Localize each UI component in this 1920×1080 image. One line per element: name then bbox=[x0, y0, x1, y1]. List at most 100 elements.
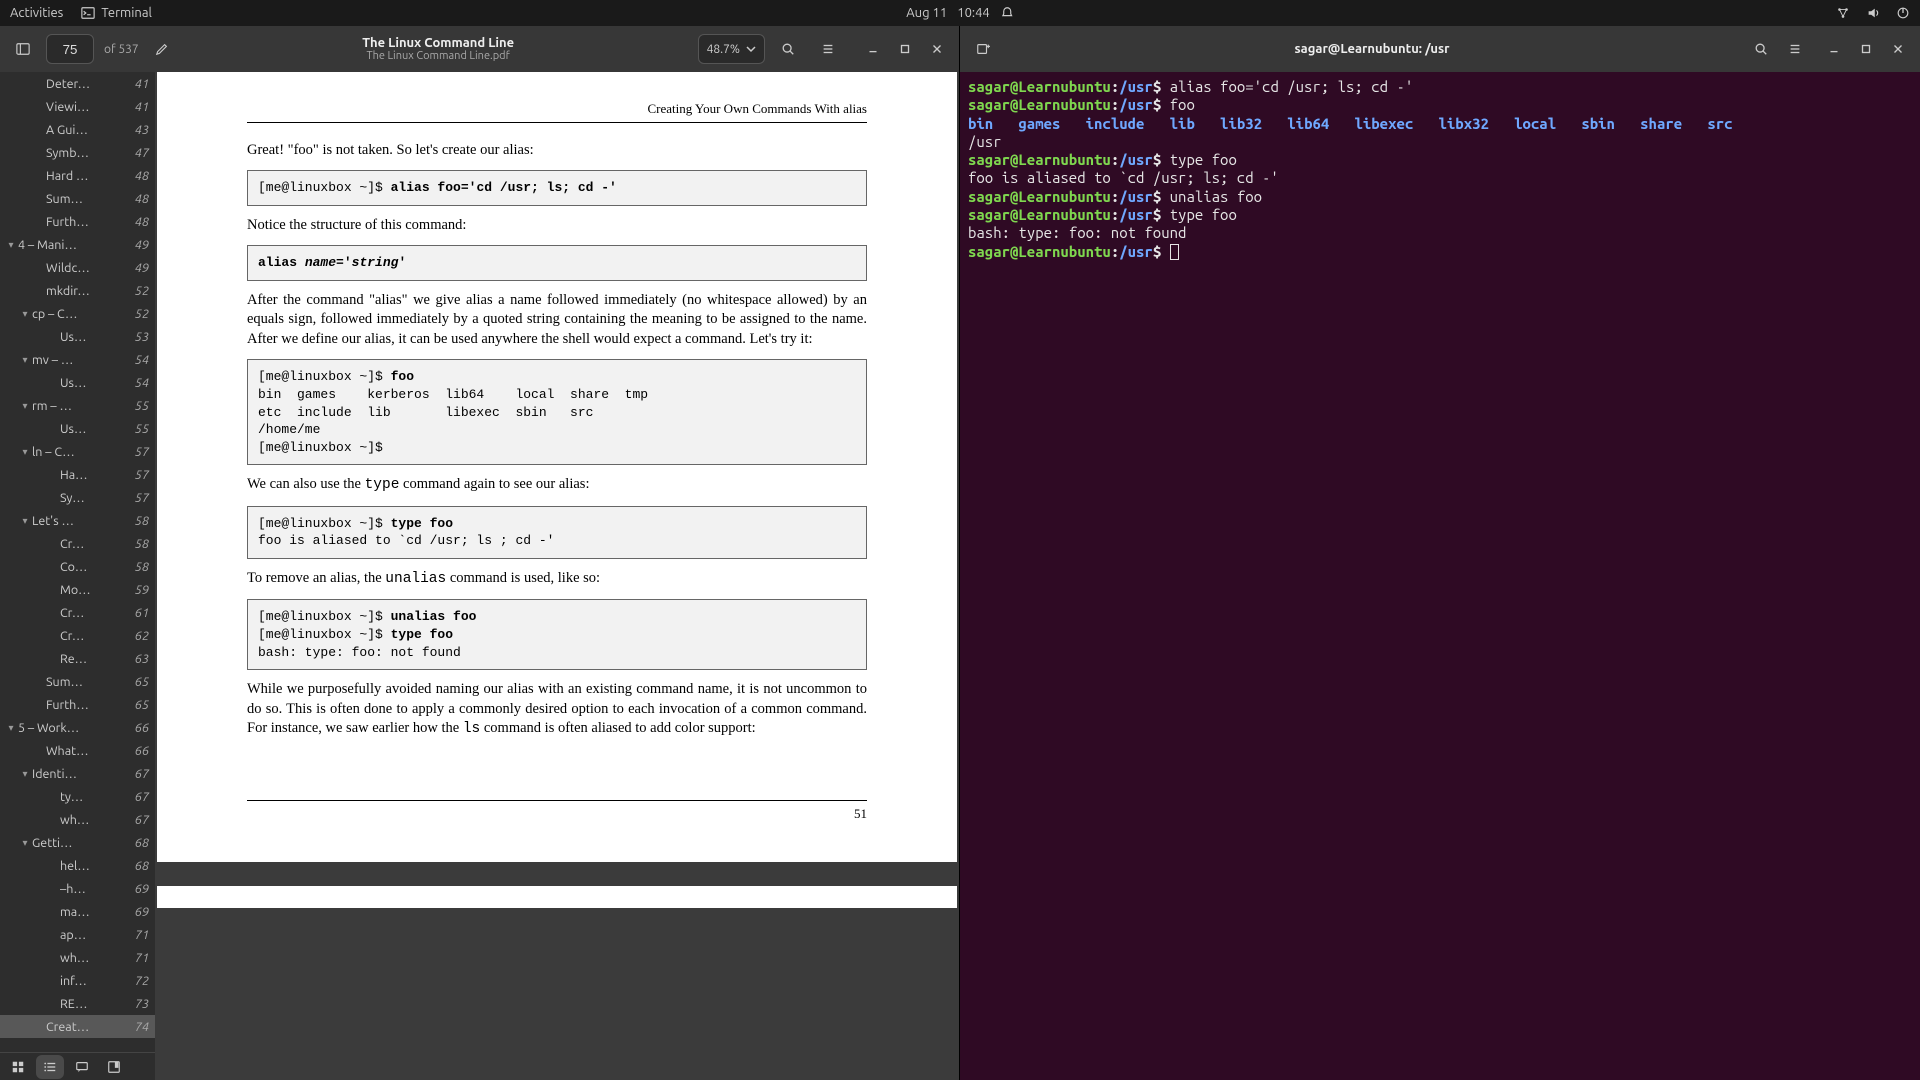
search-button[interactable] bbox=[771, 32, 805, 66]
outline-page-number: 58 bbox=[135, 537, 149, 551]
outline-item[interactable]: Furth…48 bbox=[0, 210, 155, 233]
outline-item[interactable]: mkdir…52 bbox=[0, 279, 155, 302]
annotations-view-button[interactable] bbox=[68, 1055, 96, 1079]
outline-item[interactable]: Cr…58 bbox=[0, 532, 155, 555]
edit-annotate-button[interactable] bbox=[145, 32, 179, 66]
page-number: 51 bbox=[247, 805, 867, 823]
outline-item[interactable]: ▾cp – C…52 bbox=[0, 302, 155, 325]
outline-item[interactable]: Furth…65 bbox=[0, 693, 155, 716]
page-number-input[interactable] bbox=[46, 34, 94, 64]
outline-item[interactable]: ▾Identi…67 bbox=[0, 762, 155, 785]
close-button[interactable] bbox=[1882, 33, 1914, 65]
outline-item[interactable]: Viewi…41 bbox=[0, 95, 155, 118]
outline-item[interactable]: Re…63 bbox=[0, 647, 155, 670]
outline-label: Sum… bbox=[46, 192, 131, 206]
outline-item[interactable]: ▾4 – Mani…49 bbox=[0, 233, 155, 256]
pdf-page-viewport[interactable]: Creating Your Own Commands With alias Gr… bbox=[155, 72, 959, 1080]
outline-item[interactable]: Cr…61 bbox=[0, 601, 155, 624]
outline-label: Us… bbox=[60, 376, 131, 390]
search-button[interactable] bbox=[1744, 32, 1778, 66]
outline-label: Hard … bbox=[46, 169, 131, 183]
terminal-cursor bbox=[1170, 244, 1179, 260]
outline-item[interactable]: Hard …48 bbox=[0, 164, 155, 187]
outline-item[interactable]: wh…71 bbox=[0, 946, 155, 969]
outline-item[interactable]: ▾5 – Work…66 bbox=[0, 716, 155, 739]
outline-item[interactable]: Ha…57 bbox=[0, 463, 155, 486]
sidebar-toggle-button[interactable] bbox=[6, 32, 40, 66]
outline-item[interactable]: Symb…47 bbox=[0, 141, 155, 164]
activities-button[interactable]: Activities bbox=[10, 6, 63, 20]
grid-icon bbox=[11, 1060, 25, 1074]
outline-item[interactable]: Sum…48 bbox=[0, 187, 155, 210]
outline-page-number: 74 bbox=[135, 1020, 149, 1034]
body-text: We can also use the type command again t… bbox=[247, 475, 867, 496]
outline-item[interactable]: Us…54 bbox=[0, 371, 155, 394]
outline-item[interactable]: ma…69 bbox=[0, 900, 155, 923]
outline-item[interactable]: ▾rm – …55 bbox=[0, 394, 155, 417]
outline-item[interactable]: RE…73 bbox=[0, 992, 155, 1015]
maximize-button[interactable] bbox=[889, 33, 921, 65]
power-icon bbox=[1896, 6, 1910, 20]
body-text: Notice the structure of this command: bbox=[247, 216, 867, 236]
sidebar-icon bbox=[16, 42, 30, 56]
outline-item[interactable]: Sy…57 bbox=[0, 486, 155, 509]
outline-item[interactable]: A Gui…43 bbox=[0, 118, 155, 141]
outline-item[interactable]: wh…67 bbox=[0, 808, 155, 831]
hamburger-menu-button[interactable] bbox=[811, 32, 845, 66]
code-block: [me@linuxbox ~]$ foo bin games kerberos … bbox=[247, 359, 867, 465]
hamburger-menu-button[interactable] bbox=[1778, 32, 1812, 66]
outline-label: Identi… bbox=[32, 767, 131, 781]
outline-page-number: 43 bbox=[135, 123, 149, 137]
chevron-down-icon bbox=[746, 44, 756, 54]
outline-page-number: 63 bbox=[135, 652, 149, 666]
outline-view-button[interactable] bbox=[36, 1055, 64, 1079]
outline-item[interactable]: Mo…59 bbox=[0, 578, 155, 601]
outline-item[interactable]: ▾Let's …58 bbox=[0, 509, 155, 532]
minimize-button[interactable] bbox=[857, 33, 889, 65]
outline-item[interactable]: –h…69 bbox=[0, 877, 155, 900]
outline-label: Viewi… bbox=[46, 100, 131, 114]
outline-item[interactable]: What…66 bbox=[0, 739, 155, 762]
outline-item[interactable]: ▾mv – …54 bbox=[0, 348, 155, 371]
outline-item[interactable]: Us…53 bbox=[0, 325, 155, 348]
outline-page-number: 61 bbox=[135, 606, 149, 620]
outline-item[interactable]: Us…55 bbox=[0, 417, 155, 440]
outline-item[interactable]: Co…58 bbox=[0, 555, 155, 578]
thumbnails-view-button[interactable] bbox=[4, 1055, 32, 1079]
topbar-app-indicator[interactable]: Terminal bbox=[81, 6, 152, 20]
body-text: While we purposefully avoided naming our… bbox=[247, 680, 867, 740]
zoom-value: 48.7% bbox=[707, 43, 740, 56]
ls-output: bin games include lib lib32 lib64 libexe… bbox=[968, 115, 1912, 133]
outline-label: Getti… bbox=[32, 836, 131, 850]
outline-item[interactable]: Sum…65 bbox=[0, 670, 155, 693]
outline-item[interactable]: Cr…62 bbox=[0, 624, 155, 647]
outline-label: Cr… bbox=[60, 629, 131, 643]
outline-item[interactable]: Creat…74 bbox=[0, 1015, 155, 1038]
pdf-page: Creating Your Own Commands With alias Gr… bbox=[157, 72, 957, 862]
outline-page-number: 66 bbox=[135, 744, 149, 758]
new-tab-button[interactable] bbox=[966, 32, 1000, 66]
zoom-selector[interactable]: 48.7% bbox=[698, 34, 765, 64]
outline-label: Wildc… bbox=[46, 261, 131, 275]
minimize-button[interactable] bbox=[1818, 33, 1850, 65]
bookmarks-view-button[interactable] bbox=[100, 1055, 128, 1079]
outline-view-switcher bbox=[0, 1052, 155, 1080]
outline-item[interactable]: ▾ln – C…57 bbox=[0, 440, 155, 463]
outline-item[interactable]: inf…72 bbox=[0, 969, 155, 992]
code-block: [me@linuxbox ~]$ alias foo='cd /usr; ls;… bbox=[247, 170, 867, 206]
notification-icon bbox=[1000, 6, 1014, 20]
close-button[interactable] bbox=[921, 33, 953, 65]
terminal-output[interactable]: sagar@Learnubuntu:/usr$ alias foo='cd /u… bbox=[960, 72, 1920, 1080]
outline-page-number: 71 bbox=[135, 951, 149, 965]
maximize-button[interactable] bbox=[1850, 33, 1882, 65]
outline-item[interactable]: ty…67 bbox=[0, 785, 155, 808]
topbar-clock[interactable]: Aug 11 10:44 bbox=[906, 6, 1014, 20]
outline-item[interactable]: ▾Getti…68 bbox=[0, 831, 155, 854]
outline-item[interactable]: ap…71 bbox=[0, 923, 155, 946]
pdf-outline-sidebar[interactable]: Deter…41Viewi…41A Gui…43Symb…47Hard …48S… bbox=[0, 72, 155, 1052]
outline-item[interactable]: Deter…41 bbox=[0, 72, 155, 95]
outline-item[interactable]: Wildc…49 bbox=[0, 256, 155, 279]
outline-page-number: 55 bbox=[135, 422, 149, 436]
outline-item[interactable]: hel…68 bbox=[0, 854, 155, 877]
topbar-system-menu[interactable] bbox=[1836, 6, 1910, 20]
